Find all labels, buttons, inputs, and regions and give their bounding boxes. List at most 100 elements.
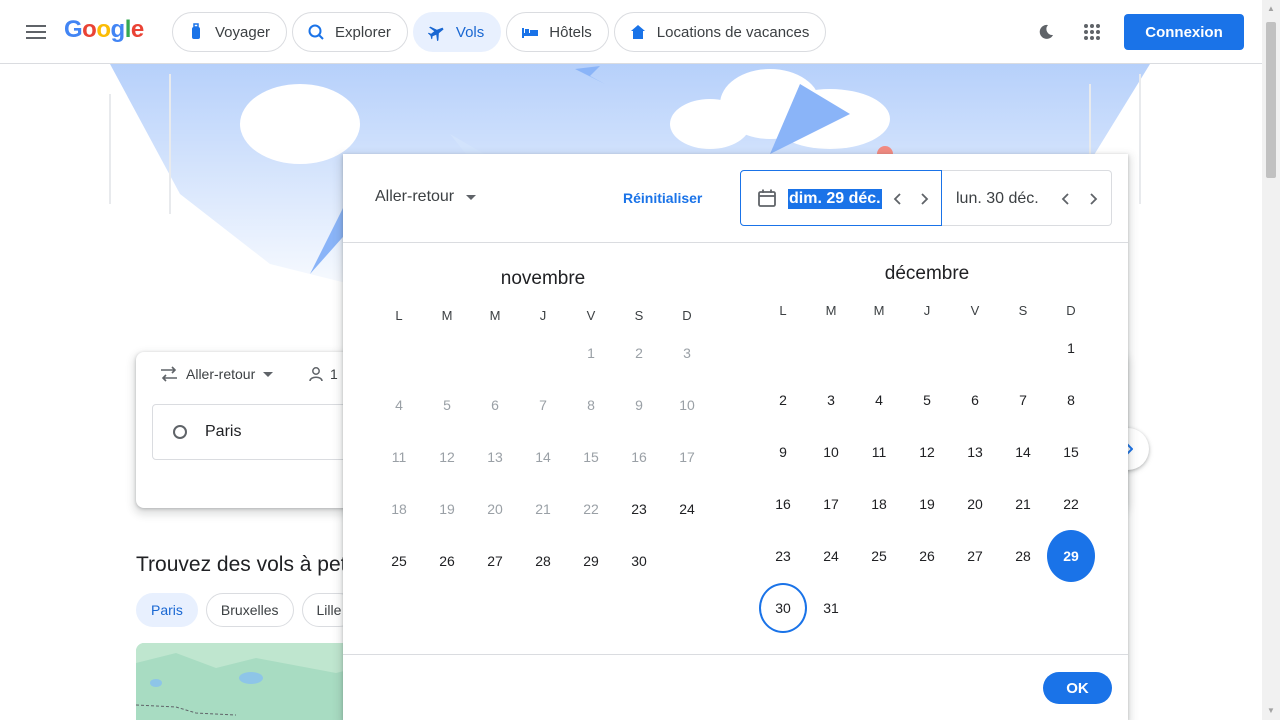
calendar-day[interactable]: 30 [759, 582, 807, 634]
calendar-day[interactable]: 11 [375, 431, 423, 483]
chevron-right-icon [921, 193, 929, 205]
calendar-day[interactable]: 19 [903, 478, 951, 530]
calendar-day[interactable]: 21 [519, 483, 567, 535]
calendar-day[interactable]: 10 [807, 426, 855, 478]
departure-prev-day-button[interactable] [885, 187, 909, 211]
picker-trip-type-select[interactable]: Aller-retour [375, 188, 477, 206]
nav-chip-hotels[interactable]: Hôtels [506, 12, 609, 52]
calendar-day[interactable]: 20 [471, 483, 519, 535]
calendar-day[interactable]: 7 [519, 379, 567, 431]
calendar-day[interactable]: 6 [951, 374, 999, 426]
google-apps-button[interactable] [1076, 16, 1108, 48]
calendar-day[interactable]: 18 [855, 478, 903, 530]
calendar-day-number: 27 [487, 553, 503, 569]
calendar-week-row: 30 31 [759, 582, 1095, 634]
reset-button[interactable]: Réinitialiser [623, 190, 702, 206]
calendar-day[interactable]: 28 [519, 535, 567, 587]
calendar-day[interactable]: 1 [1047, 322, 1095, 374]
scroll-thumb[interactable] [1266, 22, 1276, 178]
calendar-day[interactable]: 13 [951, 426, 999, 478]
calendar-day[interactable]: 25 [855, 530, 903, 582]
scroll-up-arrow-icon[interactable]: ▲ [1266, 4, 1276, 14]
return-prev-day-button[interactable] [1053, 187, 1077, 211]
calendar-day[interactable]: 5 [423, 379, 471, 431]
calendar-day[interactable]: 16 [615, 431, 663, 483]
calendar-day[interactable]: 30 [615, 535, 663, 587]
nav-chip-voyager[interactable]: Voyager [172, 12, 288, 52]
calendar-day[interactable]: 23 [759, 530, 807, 582]
calendar-day[interactable]: 27 [471, 535, 519, 587]
calendar-day[interactable]: 31 [807, 582, 855, 634]
city-chip-paris[interactable]: Paris [136, 593, 198, 627]
calendar-day[interactable]: 1 [567, 327, 615, 379]
calendar-day-number: 29 [1047, 530, 1095, 582]
city-chip-bruxelles[interactable]: Bruxelles [205, 593, 294, 627]
nav-chip-vols[interactable]: Vols [412, 12, 502, 52]
calendar-day[interactable]: 2 [615, 327, 663, 379]
calendar-day[interactable]: 19 [423, 483, 471, 535]
calendar-day[interactable]: 26 [423, 535, 471, 587]
calendar-day[interactable]: 6 [471, 379, 519, 431]
passengers-select[interactable]: 1 [308, 366, 338, 382]
calendar-day[interactable]: 9 [615, 379, 663, 431]
calendar-day[interactable]: 7 [999, 374, 1047, 426]
calendar-day-number: 11 [871, 444, 887, 460]
trip-type-select[interactable]: Aller-retour [160, 366, 274, 382]
moon-icon [1039, 24, 1053, 39]
calendar-day[interactable]: 25 [375, 535, 423, 587]
hamburger-icon [26, 25, 46, 39]
return-date-field[interactable]: lun. 30 déc. [942, 170, 1112, 226]
calendar-day[interactable]: 14 [999, 426, 1047, 478]
calendar-day[interactable]: 24 [663, 483, 711, 535]
calendar-day[interactable]: 12 [423, 431, 471, 483]
signin-button[interactable]: Connexion [1124, 14, 1244, 50]
main-menu-button[interactable] [16, 12, 56, 52]
calendar-day-number: 28 [535, 553, 551, 569]
calendar-day[interactable]: 4 [855, 374, 903, 426]
calendar-day[interactable]: 26 [903, 530, 951, 582]
calendar-day[interactable]: 16 [759, 478, 807, 530]
calendar-day[interactable]: 3 [807, 374, 855, 426]
calendar-day[interactable]: 29 [567, 535, 615, 587]
calendar-day[interactable]: 17 [663, 431, 711, 483]
calendar-day[interactable]: 15 [567, 431, 615, 483]
calendar-day[interactable]: 9 [759, 426, 807, 478]
calendar-day[interactable]: 17 [807, 478, 855, 530]
calendar-day[interactable]: 8 [567, 379, 615, 431]
departure-next-day-button[interactable] [913, 187, 937, 211]
calendar-day[interactable]: 29 [1047, 530, 1095, 582]
calendar-day[interactable]: 14 [519, 431, 567, 483]
calendar-day[interactable]: 15 [1047, 426, 1095, 478]
departure-date-field[interactable]: dim. 29 déc. [740, 170, 942, 226]
calendar-day[interactable]: 21 [999, 478, 1047, 530]
calendar-day-number: 3 [683, 345, 691, 361]
nav-chip-explorer[interactable]: Explorer [292, 12, 408, 52]
calendar-day[interactable]: 5 [903, 374, 951, 426]
ok-button[interactable]: OK [1043, 672, 1112, 704]
calendar-day[interactable]: 18 [375, 483, 423, 535]
dark-mode-button[interactable] [1030, 16, 1062, 48]
explore-map[interactable] [136, 643, 376, 720]
calendar-day[interactable]: 2 [759, 374, 807, 426]
scroll-down-arrow-icon[interactable]: ▼ [1266, 706, 1276, 716]
calendar-day[interactable]: 4 [375, 379, 423, 431]
nav-chip-locations[interactable]: Locations de vacances [613, 12, 827, 52]
calendar-day[interactable]: 11 [855, 426, 903, 478]
calendar-day[interactable]: 23 [615, 483, 663, 535]
calendar-day[interactable]: 24 [807, 530, 855, 582]
calendar-day[interactable]: 20 [951, 478, 999, 530]
calendar-day[interactable]: 27 [951, 530, 999, 582]
calendar-day[interactable]: 22 [567, 483, 615, 535]
return-next-day-button[interactable] [1082, 187, 1106, 211]
calendar-day[interactable]: 28 [999, 530, 1047, 582]
calendar-day[interactable]: 3 [663, 327, 711, 379]
calendar-day-number: 19 [439, 501, 455, 517]
calendar-day[interactable]: 13 [471, 431, 519, 483]
calendar-day[interactable]: 22 [1047, 478, 1095, 530]
calendar-week-row: 11 12 13 14 15 16 17 [375, 431, 711, 483]
calendar-day[interactable]: 12 [903, 426, 951, 478]
google-logo[interactable]: Google [64, 16, 144, 44]
picker-trip-type-label: Aller-retour [375, 188, 455, 205]
calendar-day[interactable]: 8 [1047, 374, 1095, 426]
calendar-day[interactable]: 10 [663, 379, 711, 431]
